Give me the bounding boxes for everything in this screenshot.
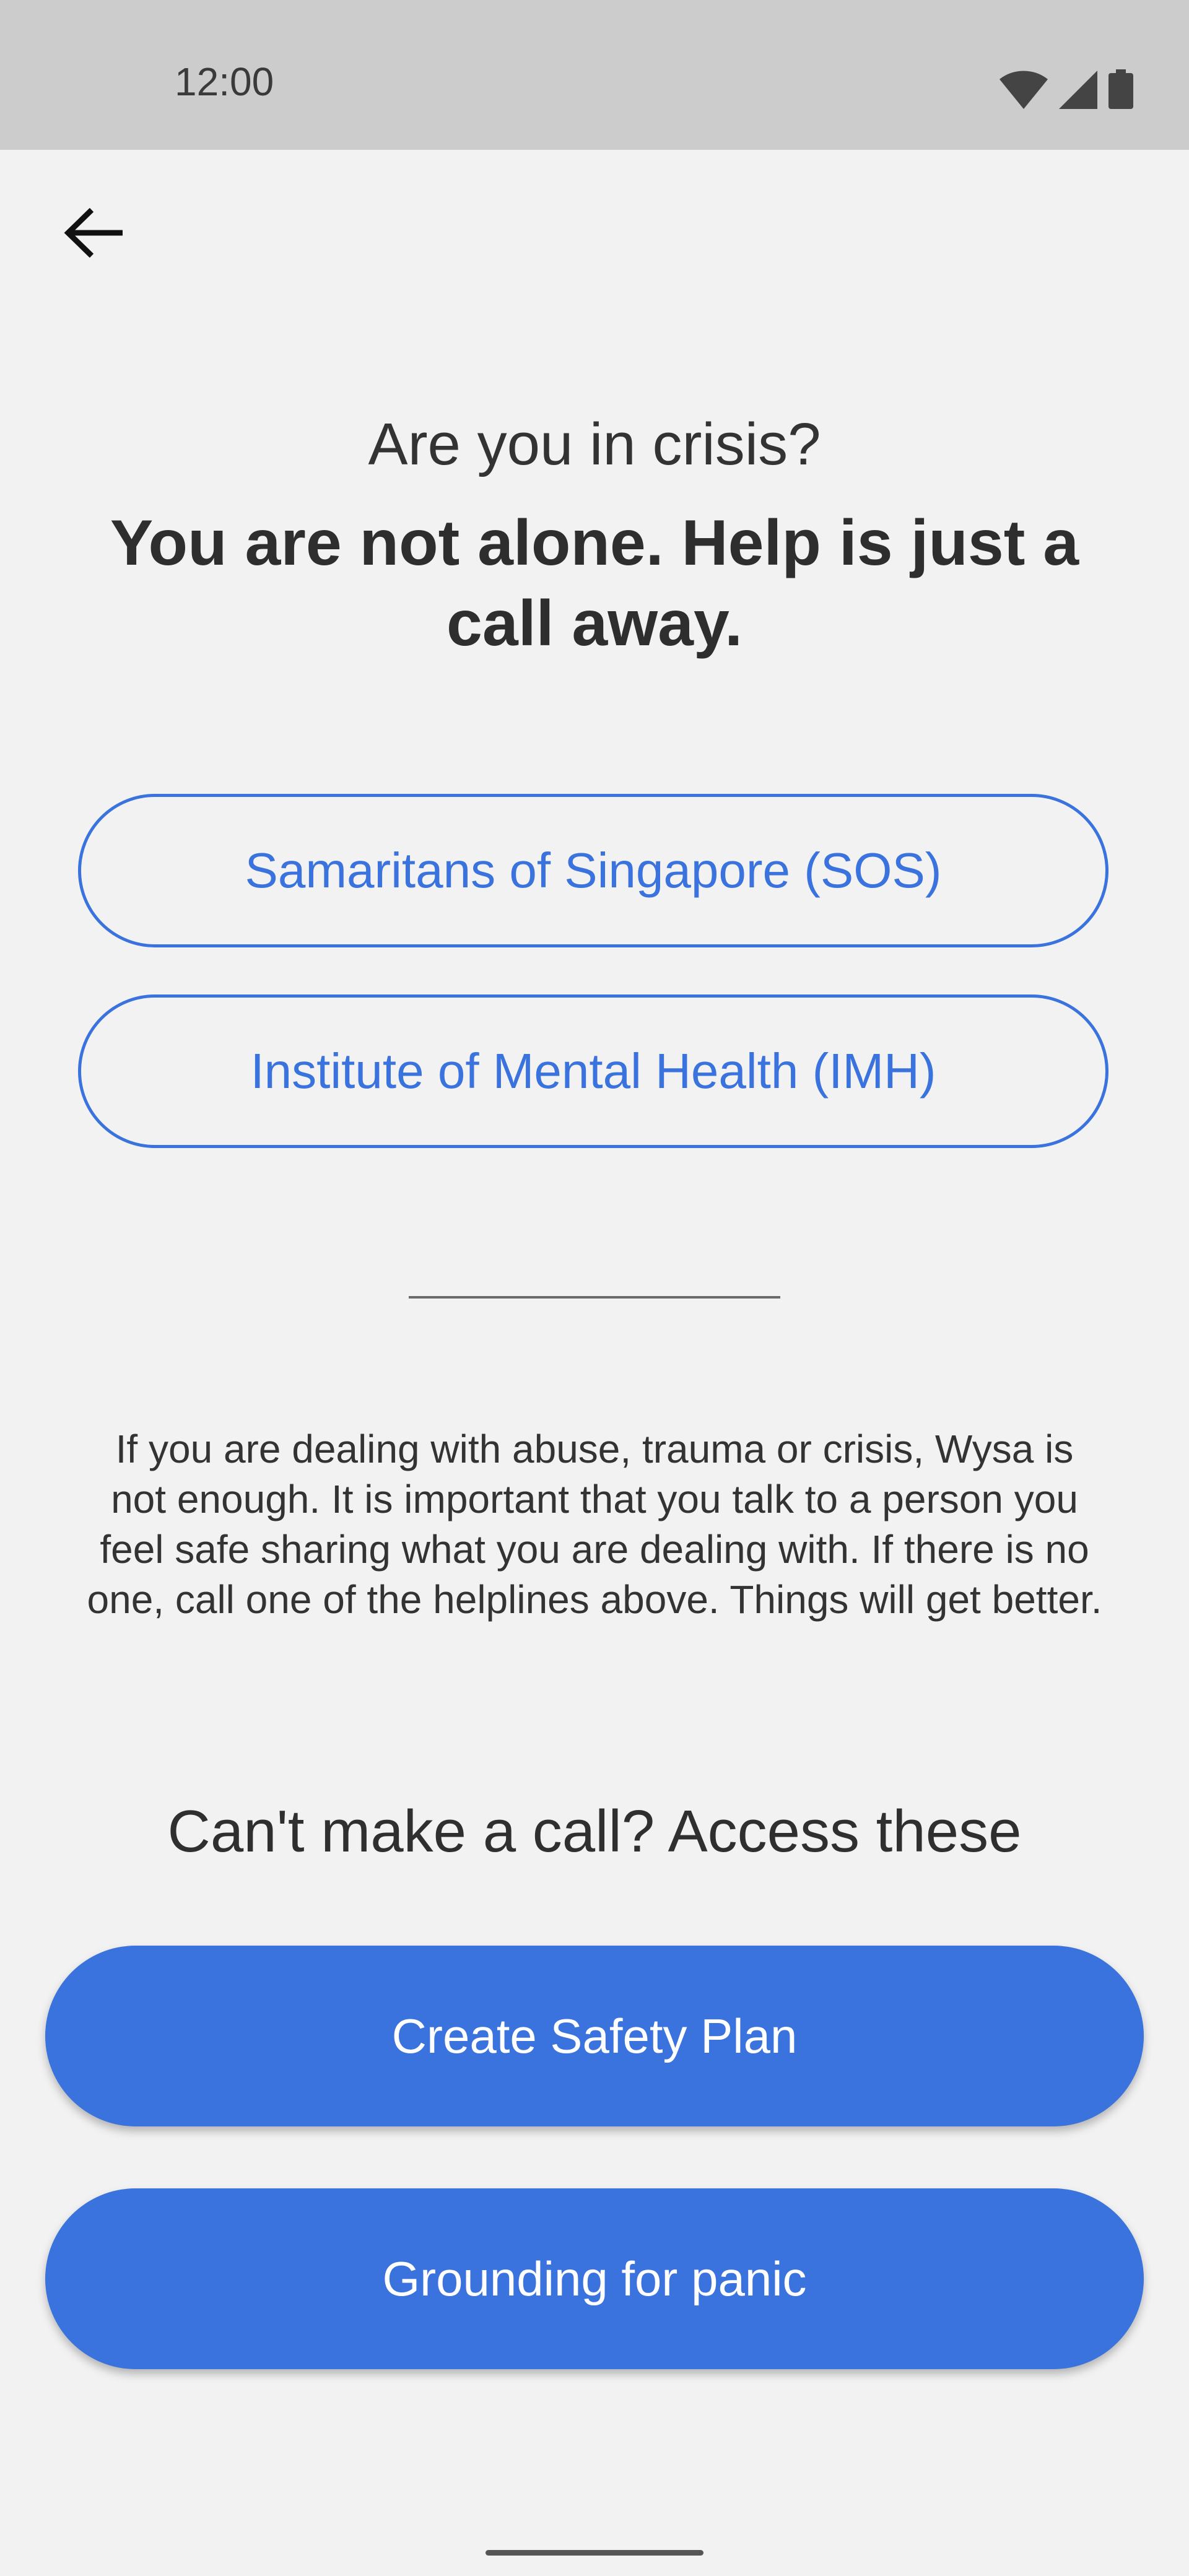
- grounding-for-panic-button[interactable]: Grounding for panic: [45, 2188, 1144, 2369]
- helpline-sos-label: Samaritans of Singapore (SOS): [245, 843, 942, 898]
- status-bar: 12:00: [0, 0, 1189, 150]
- back-button[interactable]: [57, 197, 131, 271]
- info-paragraph: If you are dealing with abuse, trauma or…: [87, 1427, 1102, 1622]
- wifi-icon: [1000, 71, 1048, 109]
- section-divider: [409, 1296, 780, 1299]
- crisis-question: Are you in crisis?: [368, 411, 821, 477]
- cellular-signal-icon: [1059, 71, 1097, 109]
- gesture-nav-handle[interactable]: [486, 2550, 703, 2556]
- helpline-imh-label: Institute of Mental Health (IMH): [250, 1043, 936, 1099]
- page-headline: You are not alone. Help is just a call a…: [110, 507, 1079, 659]
- status-icons: [1000, 69, 1133, 109]
- helpline-imh-button[interactable]: Institute of Mental Health (IMH): [78, 994, 1108, 1148]
- alternatives-heading: Can't make a call? Access these: [167, 1798, 1022, 1865]
- status-time: 12:00: [175, 59, 274, 104]
- battery-icon: [1108, 69, 1133, 109]
- helpline-sos-button[interactable]: Samaritans of Singapore (SOS): [78, 794, 1108, 947]
- grounding-for-panic-label: Grounding for panic: [382, 2251, 807, 2306]
- arrow-left-icon: [63, 205, 125, 264]
- create-safety-plan-label: Create Safety Plan: [391, 2008, 798, 2063]
- create-safety-plan-button[interactable]: Create Safety Plan: [45, 1946, 1144, 2126]
